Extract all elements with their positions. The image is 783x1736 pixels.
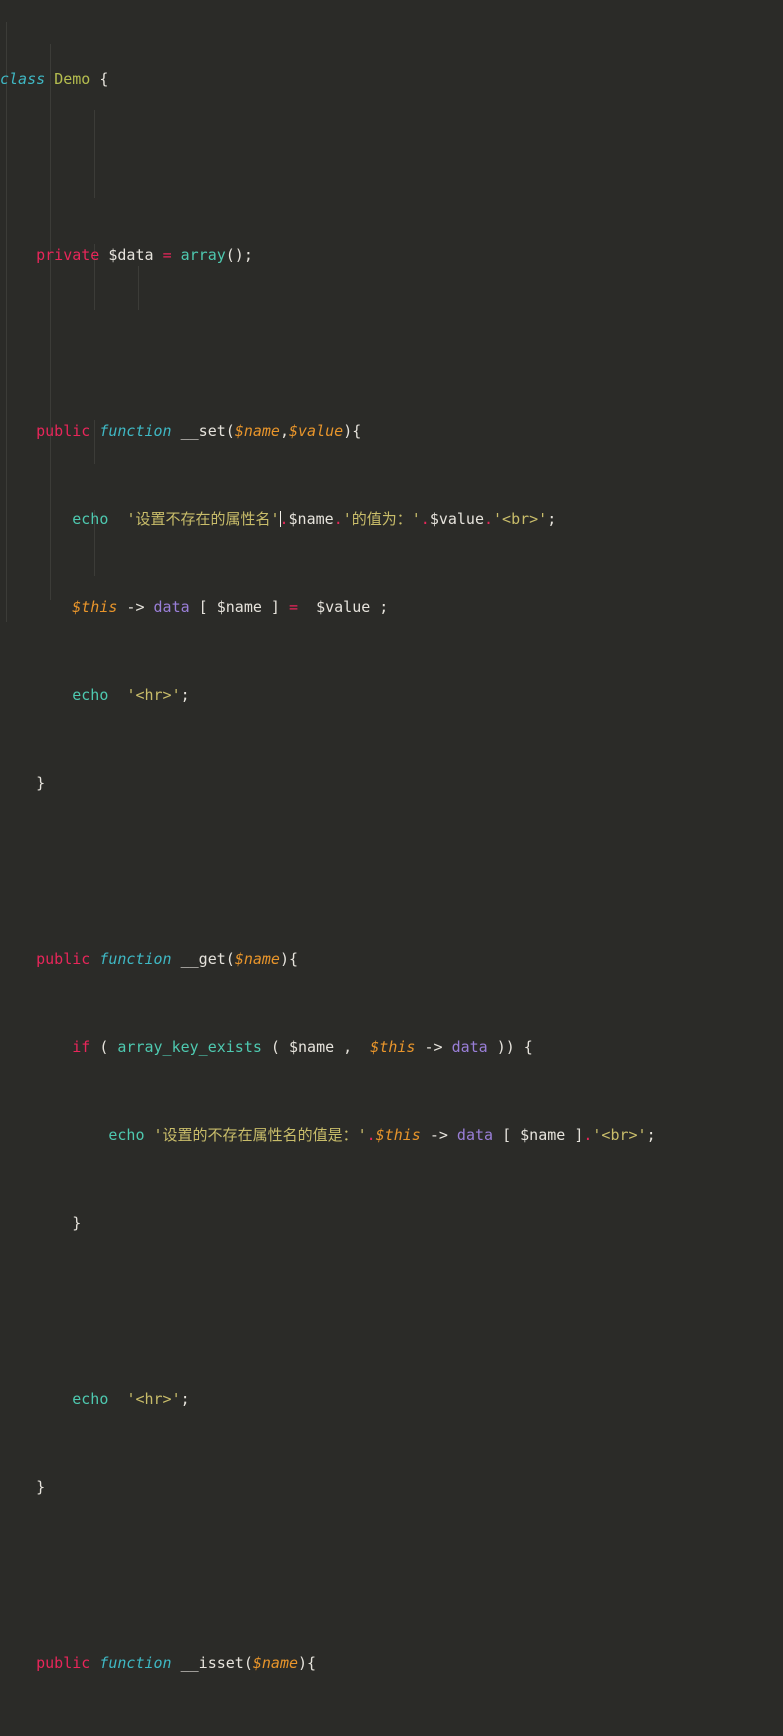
string-br: '<br>' <box>592 1126 647 1144</box>
code-line-blank[interactable] <box>0 332 783 354</box>
function-echo: echo <box>72 1390 109 1408</box>
brace-close: } <box>0 1214 82 1232</box>
code-editor-pane[interactable]: class Demo { private $data = array(); pu… <box>0 0 783 1672</box>
brace-close: } <box>0 774 46 792</box>
keyword-private: private <box>36 246 100 264</box>
code-line[interactable]: } <box>0 1476 783 1498</box>
keyword-function: function <box>99 950 172 968</box>
code-line[interactable]: echo '<hr>'; <box>0 684 783 706</box>
variable-name: $name <box>520 1126 566 1144</box>
code-line[interactable]: if ( array_key_exists ( $name , $this ->… <box>0 1036 783 1058</box>
function-array-key-exists: array_key_exists <box>117 1038 262 1056</box>
function-echo: echo <box>108 1126 145 1144</box>
code-line[interactable]: public function __set($name,$value){ <box>0 420 783 442</box>
variable-name: $name <box>289 1038 335 1056</box>
code-line-blank[interactable] <box>0 1564 783 1586</box>
function-array: array <box>180 246 226 264</box>
keyword-function: function <box>99 1654 172 1672</box>
property-data: data <box>456 1126 494 1144</box>
param-name: $name <box>234 422 280 440</box>
assign-operator: = <box>289 598 299 616</box>
code-line-blank[interactable] <box>0 860 783 882</box>
code-line[interactable]: private $data = array(); <box>0 244 783 266</box>
keyword-public: public <box>36 422 91 440</box>
keyword-function: function <box>99 422 172 440</box>
variable-this: $this <box>375 1126 421 1144</box>
brace-open: { <box>90 70 109 88</box>
code-line[interactable]: class Demo { <box>0 68 783 90</box>
keyword-public: public <box>36 1654 91 1672</box>
keyword-if: if <box>72 1038 91 1056</box>
code-content[interactable]: class Demo { private $data = array(); pu… <box>0 2 783 1736</box>
method-name-set: __set <box>180 422 226 440</box>
variable-name: $name <box>216 598 262 616</box>
param-name: $name <box>252 1654 299 1672</box>
variable-this: $this <box>72 598 118 616</box>
string-set-middle: '的值为：' <box>342 510 421 528</box>
variable-value: $value <box>316 598 371 616</box>
variable-value: $value <box>429 510 484 528</box>
code-line-blank[interactable] <box>0 156 783 178</box>
variable-name: $name <box>288 510 334 528</box>
code-line[interactable]: $this -> data [ $name ] = $value ; <box>0 596 783 618</box>
keyword-public: public <box>36 950 91 968</box>
code-line[interactable]: echo '设置不存在的属性名'.$name.'的值为：'.$value.'<b… <box>0 508 783 530</box>
assign-operator: = <box>162 246 172 264</box>
code-line[interactable]: } <box>0 772 783 794</box>
string-get-prefix: '设置的不存在属性名的值是：' <box>153 1126 367 1144</box>
function-echo: echo <box>72 686 109 704</box>
code-line[interactable]: } <box>0 1212 783 1234</box>
keyword-class: class <box>0 70 46 88</box>
variable-data: $data <box>108 246 154 264</box>
string-set-prefix: '设置不存在的属性名' <box>126 510 280 528</box>
property-data: data <box>451 1038 488 1056</box>
code-line[interactable]: echo '<hr>'; <box>0 1388 783 1410</box>
string-hr: '<hr>' <box>126 1390 181 1408</box>
code-line[interactable]: echo '设置的不存在属性名的值是：'.$this -> data [ $na… <box>0 1124 783 1146</box>
string-br: '<br>' <box>493 510 548 528</box>
property-data: data <box>153 598 190 616</box>
brace-close: } <box>0 1478 46 1496</box>
string-hr: '<hr>' <box>126 686 181 704</box>
method-name-isset: __isset <box>180 1654 244 1672</box>
code-line-blank[interactable] <box>0 1300 783 1322</box>
param-name: $name <box>234 950 280 968</box>
class-name-demo: Demo <box>54 70 91 88</box>
function-echo: echo <box>72 510 109 528</box>
variable-this: $this <box>370 1038 416 1056</box>
code-line[interactable]: public function __isset($name){ <box>0 1652 783 1674</box>
method-name-get: __get <box>180 950 226 968</box>
code-line[interactable]: public function __get($name){ <box>0 948 783 970</box>
param-value: $value <box>289 422 344 440</box>
